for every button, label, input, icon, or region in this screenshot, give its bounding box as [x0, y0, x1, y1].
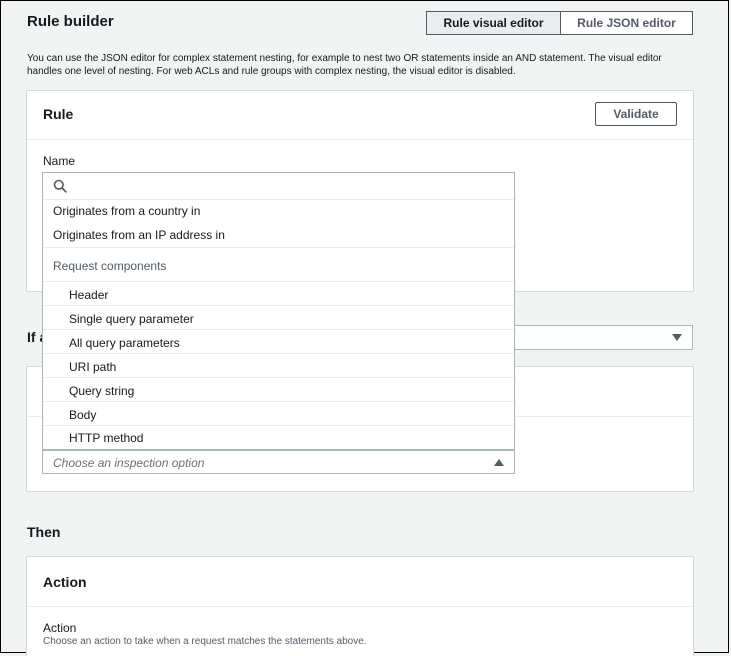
inspection-dropdown-list: Originates from a country in Originates …	[42, 172, 515, 450]
option-all-query-parameters[interactable]: All query parameters	[43, 329, 514, 353]
then-section-title: Then	[27, 524, 61, 540]
rule-panel-header: Rule Validate	[27, 91, 693, 140]
tab-rule-json-editor[interactable]: Rule JSON editor	[561, 11, 693, 35]
option-header[interactable]: Header	[43, 281, 514, 305]
rule-panel-title: Rule	[43, 106, 74, 122]
dropdown-search	[43, 173, 514, 200]
name-field-label: Name	[43, 154, 76, 168]
action-field-description: Choose an action to take when a request …	[43, 636, 367, 647]
option-body[interactable]: Body	[43, 401, 514, 425]
editor-mode-toggle: Rule visual editor Rule JSON editor	[426, 11, 693, 35]
dropdown-search-input[interactable]	[71, 176, 505, 196]
search-icon	[53, 179, 67, 193]
action-field-label: Action	[43, 621, 77, 635]
validate-button[interactable]: Validate	[595, 102, 677, 126]
action-panel-title: Action	[43, 574, 87, 590]
inspection-select[interactable]: Choose an inspection option	[42, 450, 515, 474]
page-title: Rule builder	[27, 13, 114, 30]
option-query-string[interactable]: Query string	[43, 377, 514, 401]
caret-down-icon	[672, 334, 682, 341]
caret-up-icon	[494, 459, 504, 466]
action-panel: Action Action Choose an action to take w…	[26, 556, 694, 656]
tab-rule-visual-editor[interactable]: Rule visual editor	[426, 11, 561, 35]
group-label-request-components: Request components	[43, 247, 514, 281]
option-single-query-parameter[interactable]: Single query parameter	[43, 305, 514, 329]
action-panel-header: Action	[27, 557, 693, 607]
option-uri-path[interactable]: URI path	[43, 353, 514, 377]
option-originates-country[interactable]: Originates from a country in	[43, 204, 514, 226]
inspection-select-placeholder: Choose an inspection option	[53, 456, 205, 470]
option-http-method[interactable]: HTTP method	[43, 425, 514, 450]
rule-builder-description: You can use the JSON editor for complex …	[27, 53, 662, 77]
